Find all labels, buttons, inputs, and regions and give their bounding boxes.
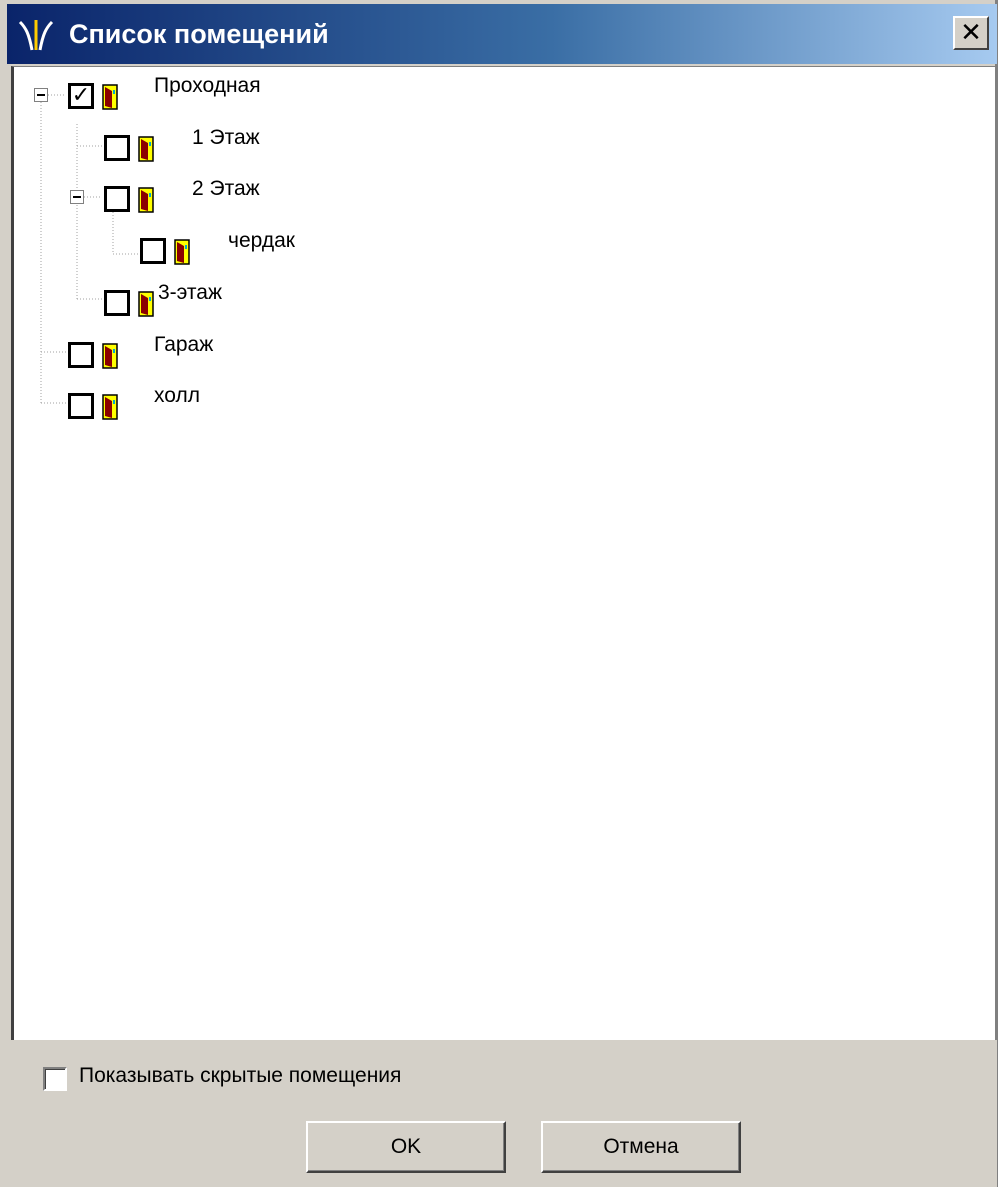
door-icon — [138, 136, 154, 162]
dialog-footer: Показывать скрытые помещения OK Отмена — [7, 1040, 997, 1187]
window-title: Список помещений — [69, 19, 329, 49]
node-label: Проходная — [154, 74, 261, 97]
node-checkbox[interactable] — [68, 342, 94, 368]
app-logo-icon — [18, 20, 54, 51]
close-icon: ✕ — [960, 18, 982, 48]
door-icon — [102, 84, 118, 110]
node-checkbox[interactable] — [104, 135, 130, 161]
door-icon — [138, 187, 154, 213]
node-label: 1 Этаж — [192, 126, 260, 149]
node-checkbox[interactable] — [68, 393, 94, 419]
node-checkbox[interactable] — [104, 290, 130, 316]
door-icon — [174, 239, 190, 265]
node-label: Гараж — [154, 333, 214, 356]
expand-toggle-proxodnaya[interactable] — [34, 88, 48, 102]
node-label: холл — [154, 384, 200, 407]
title-bar[interactable]: Список помещений ✕ — [7, 4, 997, 64]
node-label: 2 Этаж — [192, 177, 260, 200]
node-checkbox[interactable] — [140, 238, 166, 264]
checkbox-box[interactable] — [43, 1067, 67, 1091]
ok-button[interactable]: OK — [306, 1121, 506, 1173]
tree-guide-lines — [40, 94, 138, 404]
expand-toggle-2-etazh[interactable] — [70, 190, 84, 204]
node-checkbox[interactable] — [104, 186, 130, 212]
show-hidden-rooms-label: Показывать скрытые помещения — [79, 1064, 402, 1087]
door-icon — [102, 343, 118, 369]
node-label: 3-этаж — [158, 281, 223, 304]
rooms-tree[interactable]: ✓ Проходная 1 Этаж 2 Этаж чердак 3-этаж … — [11, 66, 995, 1040]
close-button[interactable]: ✕ — [953, 16, 989, 50]
door-icon — [102, 394, 118, 420]
cancel-button[interactable]: Отмена — [541, 1121, 741, 1173]
node-checkbox[interactable]: ✓ — [68, 83, 94, 109]
node-label: чердак — [228, 229, 295, 252]
rooms-dialog: Список помещений ✕ ✓ Проходная 1 Этаж 2 … — [0, 0, 998, 1187]
door-icon — [138, 291, 154, 317]
